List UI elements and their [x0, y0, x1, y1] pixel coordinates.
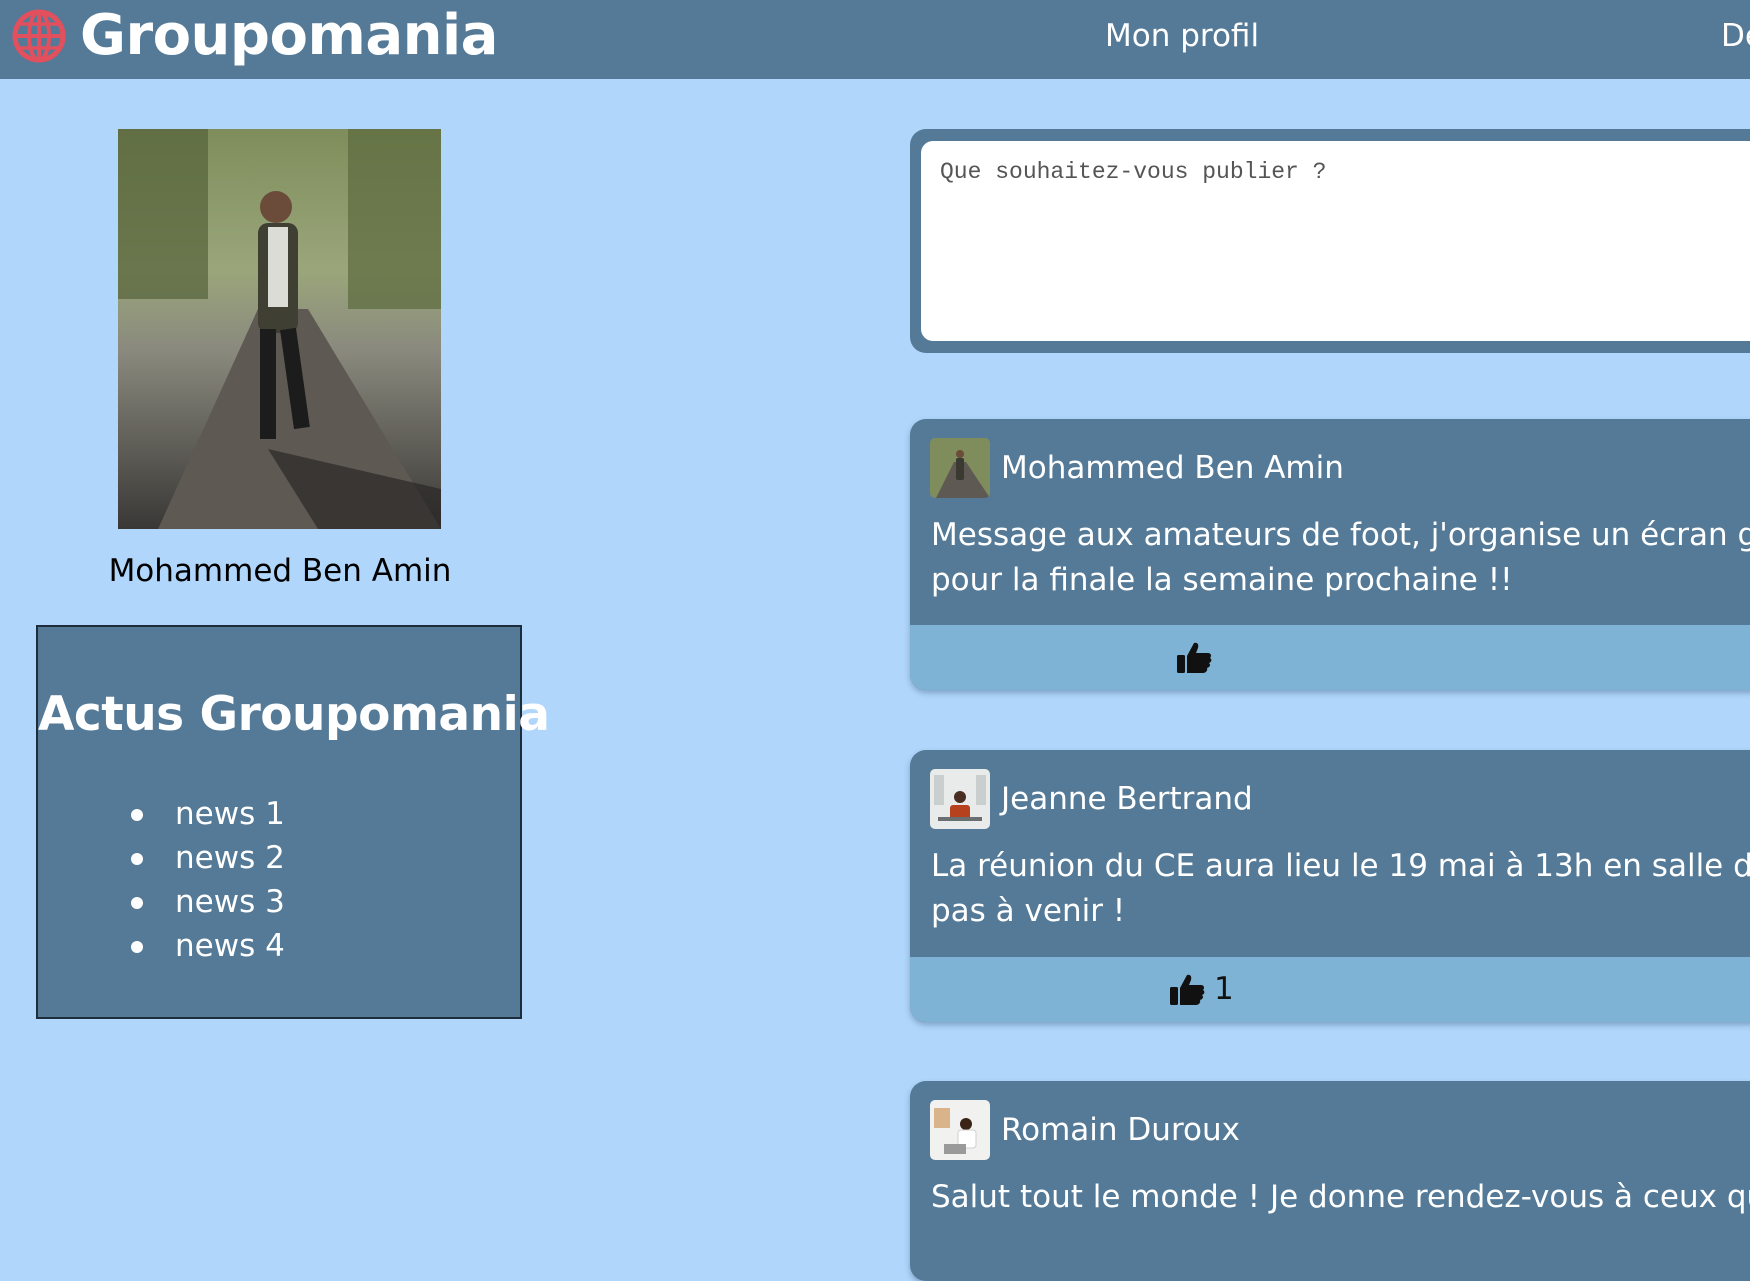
- news-item[interactable]: news 3: [131, 880, 285, 924]
- post-message: Message aux amateurs de foot, j'organise…: [931, 513, 1750, 603]
- news-item[interactable]: news 4: [131, 924, 285, 968]
- avatar-image: [930, 1100, 990, 1160]
- like-button[interactable]: [1175, 635, 1221, 680]
- post-composer: [910, 129, 1750, 353]
- post-message: La réunion du CE aura lieu le 19 mai à 1…: [931, 844, 1750, 934]
- globe-icon: [12, 9, 66, 63]
- nav-link-truncated[interactable]: De: [1721, 0, 1750, 72]
- post-author[interactable]: Mohammed Ben Amin: [1001, 438, 1344, 498]
- post-message-line: La réunion du CE aura lieu le 19 mai à 1…: [931, 848, 1750, 884]
- news-title: Actus Groupomania: [38, 687, 550, 742]
- news-item[interactable]: news 1: [131, 792, 285, 836]
- news-box: Actus Groupomania news 1 news 2 news 3 n…: [36, 625, 550, 1019]
- thumbs-up-icon: [1170, 974, 1205, 1005]
- avatar-image: [930, 769, 990, 829]
- post-message: Salut tout le monde ! Je donne rendez-vo…: [931, 1175, 1750, 1220]
- like-count: 1: [1214, 971, 1234, 1007]
- post-message-line: pas à venir !: [931, 893, 1126, 929]
- post-card: Mohammed Ben Amin Message aux amateurs d…: [910, 419, 1750, 690]
- news-item[interactable]: news 2: [131, 836, 285, 880]
- author-avatar[interactable]: [930, 769, 990, 829]
- post-card: Jeanne Bertrand La réunion du CE aura li…: [910, 750, 1750, 1022]
- post-footer: 1: [910, 957, 1750, 1022]
- nav-profile-link[interactable]: Mon profil: [1105, 0, 1259, 72]
- thumbs-up-icon: [1177, 642, 1212, 673]
- brand-name[interactable]: Groupomania: [80, 0, 498, 72]
- post-input[interactable]: [921, 141, 1750, 341]
- author-avatar[interactable]: [930, 438, 990, 498]
- post-author[interactable]: Romain Duroux: [1001, 1100, 1240, 1160]
- top-bar: Groupomania Mon profil De: [0, 0, 1750, 79]
- post-message-line: Message aux amateurs de foot, j'organise…: [931, 517, 1750, 553]
- like-button[interactable]: 1: [1168, 967, 1234, 1012]
- post-card: Romain Duroux Salut tout le monde ! Je d…: [910, 1081, 1750, 1281]
- profile-photo-image: [118, 129, 441, 529]
- news-list: news 1 news 2 news 3 news 4: [131, 792, 285, 968]
- post-author[interactable]: Jeanne Bertrand: [1001, 769, 1253, 829]
- avatar-image: [930, 438, 990, 498]
- author-avatar[interactable]: [930, 1100, 990, 1160]
- profile-name: Mohammed Ben Amin: [108, 553, 452, 589]
- profile-photo: [118, 129, 441, 529]
- post-footer: [910, 625, 1750, 690]
- post-message-line: pour la finale la semaine prochaine !!: [931, 562, 1513, 598]
- post-message-line: Salut tout le monde ! Je donne rendez-vo…: [931, 1179, 1750, 1215]
